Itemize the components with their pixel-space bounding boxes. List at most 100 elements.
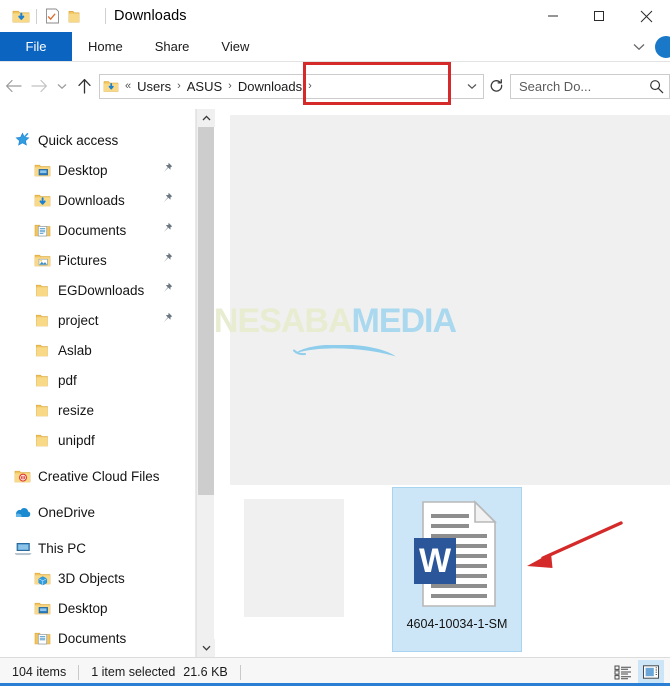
sidebar-item-onedrive[interactable]: OneDrive xyxy=(0,497,195,527)
status-bar: 104 items 1 item selected 21.6 KB xyxy=(0,657,670,686)
sidebar-item-resize[interactable]: resize xyxy=(0,395,195,425)
file-explorer-window: customize-chevron-icon Downloads File Ho… xyxy=(0,0,670,686)
breadcrumb-item-downloads[interactable]: Downloads xyxy=(235,79,305,94)
sidebar-item-pictures[interactable]: Pictures xyxy=(0,245,195,275)
search-icon[interactable] xyxy=(643,79,669,94)
scroll-down-icon[interactable] xyxy=(197,639,215,657)
sidebar-item-label: Quick access xyxy=(38,132,119,148)
ribbon-right-controls xyxy=(623,32,670,61)
sidebar-item-label: resize xyxy=(58,402,95,418)
desktop-folder-icon xyxy=(34,601,58,616)
sidebar-item-pdf[interactable]: pdf xyxy=(0,365,195,395)
forward-button[interactable] xyxy=(26,71,52,101)
folder-icon xyxy=(34,403,58,418)
sidebar-item-3d-objects[interactable]: 3D Objects xyxy=(0,563,195,593)
address-dropdown-icon[interactable] xyxy=(461,83,483,90)
sidebar-item-desktop[interactable]: Desktop xyxy=(0,155,195,185)
sidebar-item-downloads[interactable]: Downloads xyxy=(0,185,195,215)
up-button[interactable] xyxy=(72,71,96,101)
ribbon-tab-bar: File Home Share View xyxy=(0,32,670,62)
red-arrow-annotation xyxy=(517,517,629,579)
sidebar-item-quick-access[interactable]: Quick access xyxy=(0,125,195,155)
status-size: 21.6 KB xyxy=(183,665,228,679)
toolbar-divider xyxy=(36,8,37,24)
breadcrumb-chevron-icon[interactable]: › xyxy=(305,80,315,92)
sidebar-item-label: pdf xyxy=(58,372,77,388)
sidebar-item-label: Documents xyxy=(58,222,127,238)
downloads-folder-icon[interactable] xyxy=(10,5,32,27)
large-icons-view-icon[interactable] xyxy=(638,660,664,684)
sidebar-item-documents-thispc[interactable]: Documents xyxy=(0,623,195,653)
watermark: NESABAMEDIA xyxy=(215,304,500,338)
onedrive-icon xyxy=(14,506,38,519)
help-icon[interactable] xyxy=(655,35,670,58)
sidebar-item-egdownloads[interactable]: EGDownloads xyxy=(0,275,195,305)
back-button[interactable] xyxy=(0,71,26,101)
sidebar-item-label: EGDownloads xyxy=(58,282,145,298)
file-items-row: W 4604-10034-1-SM xyxy=(225,487,670,657)
sidebar-item-project[interactable]: project xyxy=(0,305,195,335)
status-divider xyxy=(239,664,241,680)
pin-icon[interactable] xyxy=(161,222,173,238)
scroll-up-icon[interactable] xyxy=(197,109,215,127)
pin-icon[interactable] xyxy=(161,162,173,178)
status-selection: 1 item selected xyxy=(91,665,176,679)
sidebar-item-aslab[interactable]: Aslab xyxy=(0,335,195,365)
sidebar-item-label: 3D Objects xyxy=(58,570,125,586)
address-bar[interactable]: « Users › ASUS › Downloads › xyxy=(99,73,484,99)
new-folder-icon[interactable] xyxy=(63,5,85,27)
sidebar-item-creative-cloud-files[interactable]: Creative Cloud Files xyxy=(0,461,195,491)
breadcrumb-overflow[interactable]: « xyxy=(122,80,134,92)
sidebar-item-label: Creative Cloud Files xyxy=(38,468,160,484)
sidebar-item-label: OneDrive xyxy=(38,504,96,520)
pin-icon[interactable] xyxy=(161,192,173,208)
tab-view[interactable]: View xyxy=(205,32,265,61)
file-list-area[interactable]: NESABAMEDIA W 4604-10034-1-SM xyxy=(215,109,670,657)
pin-icon[interactable] xyxy=(161,282,173,298)
sidebar-item-desktop-thispc[interactable]: Desktop xyxy=(0,593,195,623)
tab-share[interactable]: Share xyxy=(139,32,206,61)
pin-icon[interactable] xyxy=(161,252,173,268)
breadcrumb-item-users[interactable]: Users xyxy=(134,79,174,94)
maximize-button[interactable] xyxy=(576,0,622,32)
sidebar-item-unipdf[interactable]: unipdf xyxy=(0,425,195,455)
folder-icon xyxy=(34,343,58,358)
file-tile-blank[interactable] xyxy=(229,487,359,652)
navigation-scrollbar[interactable] xyxy=(196,109,215,657)
pin-icon[interactable] xyxy=(161,312,173,328)
downloads-folder-icon xyxy=(34,193,58,208)
watermark-part-2: MEDIA xyxy=(351,302,458,340)
sidebar-item-this-pc[interactable]: This PC xyxy=(0,533,195,563)
search-placeholder: Search Do... xyxy=(519,78,592,94)
sidebar-item-label: This PC xyxy=(38,540,87,556)
breadcrumb: « Users › ASUS › Downloads › xyxy=(122,79,461,94)
blank-thumbnail xyxy=(244,499,344,617)
close-button[interactable] xyxy=(622,0,670,32)
breadcrumb-item-asus[interactable]: ASUS xyxy=(184,79,225,94)
word-document-icon: W xyxy=(409,498,505,610)
scrollbar-thumb[interactable] xyxy=(198,127,214,495)
sidebar-item-label: Downloads xyxy=(58,192,125,208)
refresh-button[interactable] xyxy=(484,78,508,94)
address-bar-row: « Users › ASUS › Downloads › Search Do..… xyxy=(0,63,670,109)
breadcrumb-chevron-icon[interactable]: › xyxy=(174,80,184,92)
sidebar-item-label: Aslab xyxy=(58,342,92,358)
watermark-swoosh-icon xyxy=(293,344,398,359)
sidebar-item-documents[interactable]: Documents xyxy=(0,215,195,245)
minimize-button[interactable] xyxy=(530,0,576,32)
breadcrumb-chevron-icon[interactable]: › xyxy=(225,80,235,92)
folder-icon xyxy=(34,283,58,298)
expand-ribbon-chevron-icon[interactable] xyxy=(623,40,655,54)
details-view-icon[interactable] xyxy=(610,660,636,684)
tab-file[interactable]: File xyxy=(0,32,72,61)
recent-locations-chevron-icon[interactable] xyxy=(52,71,72,101)
3d-objects-folder-icon xyxy=(34,571,58,586)
search-input[interactable]: Search Do... xyxy=(510,73,670,99)
file-tile-word-document[interactable]: W 4604-10034-1-SM xyxy=(392,487,522,652)
properties-icon[interactable] xyxy=(41,5,63,27)
title-bar: customize-chevron-icon Downloads xyxy=(0,0,670,32)
tab-home[interactable]: Home xyxy=(72,32,139,61)
folder-icon xyxy=(34,373,58,388)
star-icon xyxy=(14,132,38,148)
address-folder-icon xyxy=(100,79,122,93)
